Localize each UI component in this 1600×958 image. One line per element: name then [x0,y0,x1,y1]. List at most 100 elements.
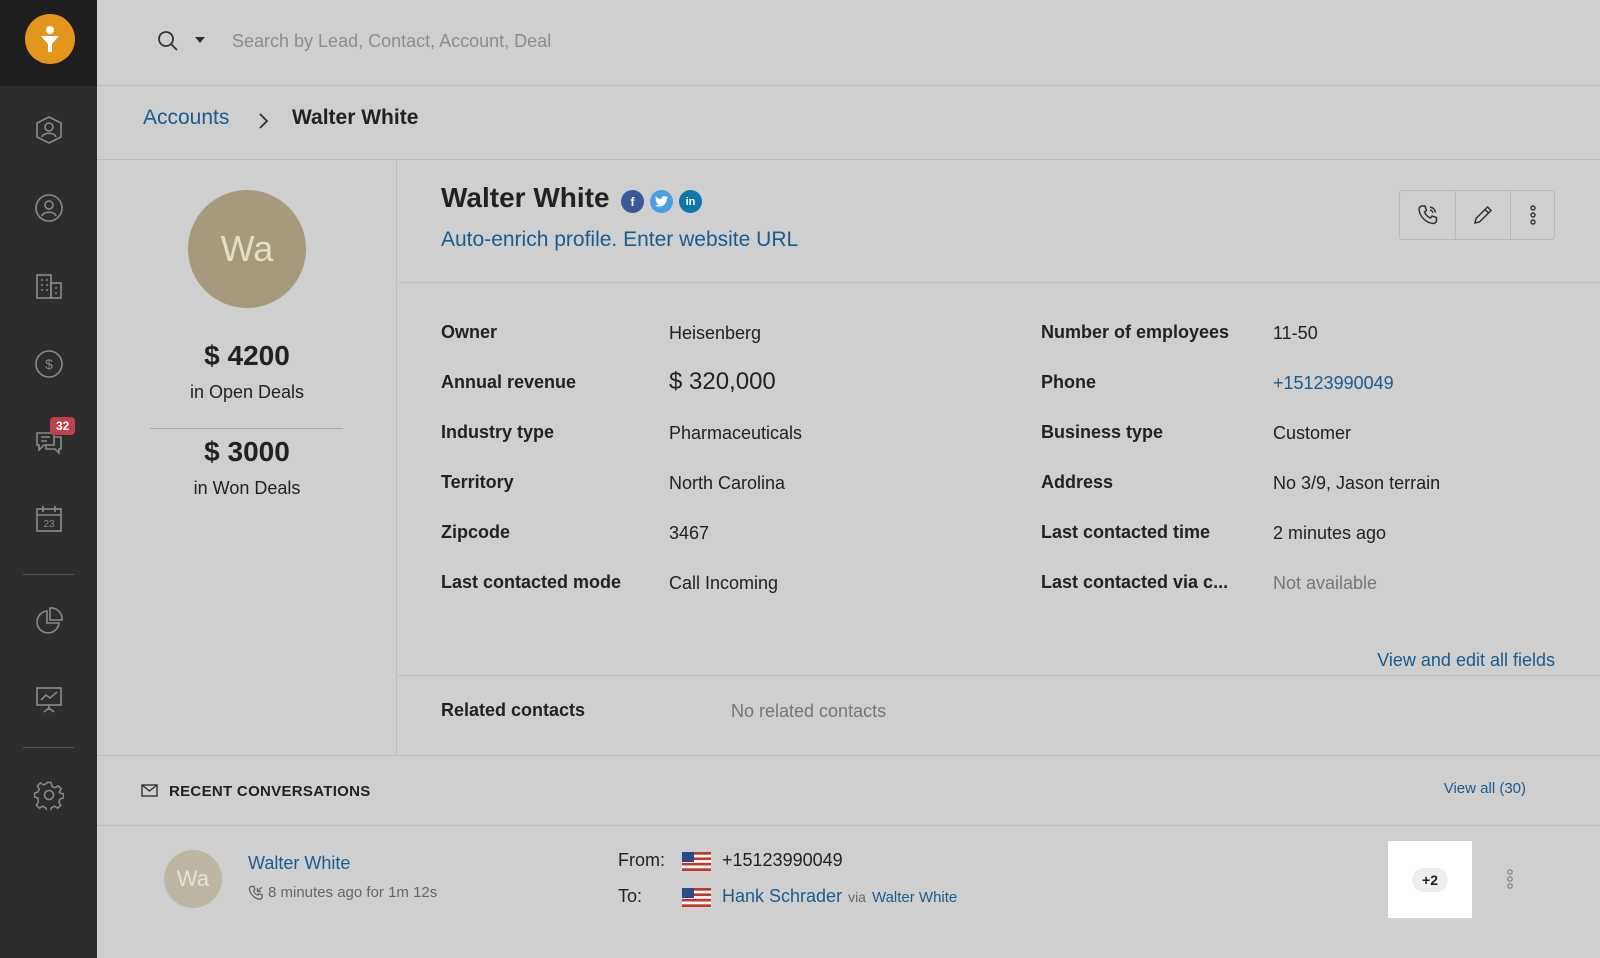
related-contacts-value: No related contacts [731,701,887,721]
field-label-business-type: Business type [1041,422,1164,442]
phone-icon [1417,205,1437,225]
section-title: RECENT CONVERSATIONS [169,783,371,800]
twitter-icon[interactable] [650,190,673,213]
avatar: Wa [188,190,306,308]
sidebar: $ 32 23 [0,0,97,958]
field-value-business-type: Customer [1273,423,1352,443]
sidebar-item-conversations[interactable]: 32 [24,417,76,467]
field-label-address: Address [1041,472,1114,492]
field-value-last-contacted-mode: Call Incoming [669,573,779,593]
to-contact-link[interactable]: Hank Schrader [722,886,842,907]
sidebar-item-contacts[interactable] [24,183,74,233]
search-input[interactable] [232,28,832,54]
conversation-item[interactable]: Wa Walter White 8 minutes ago for 1m 12s… [97,826,1600,958]
search-icon[interactable] [157,30,179,52]
conversation-contact-link[interactable]: Walter White [248,853,350,874]
page-title: Walter White [441,182,610,213]
unread-badge: 32 [50,417,76,435]
call-button[interactable] [1400,191,1456,239]
field-label-industry-type: Industry type [441,422,555,442]
open-deals-label: in Open Deals [189,382,305,402]
sidebar-item-reports[interactable] [24,596,74,646]
field-label-number-of-employees: Number of employees [1041,322,1230,342]
field-value-last-contacted-time: 2 minutes ago [1273,523,1387,543]
pencil-icon [1474,205,1493,224]
conversation-meta: 8 minutes ago for 1m 12s [248,884,437,901]
accounts-icon [36,274,62,299]
sidebar-divider [23,747,74,748]
divider [398,282,1600,283]
field-label-last-contacted-time: Last contacted time [1041,522,1211,542]
won-deals-amount: $ 3000 [204,436,290,467]
field-label-zipcode: Zipcode [441,522,511,542]
linkedin-icon[interactable]: in [679,190,702,213]
field-value-number-of-employees: 11-50 [1273,323,1318,343]
via-label: via [848,889,866,905]
field-value-annual-revenue: $ 320,000 [669,368,776,395]
sidebar-item-settings[interactable] [24,770,74,820]
sidebar-item-leads[interactable] [24,105,74,155]
sidebar-item-calendar[interactable]: 23 [24,494,74,544]
field-value-territory: North Carolina [669,473,786,493]
top-bar [97,0,1600,86]
avatar: Wa [164,850,222,908]
sidebar-item-accounts[interactable] [24,261,74,311]
us-flag-icon [682,852,711,871]
related-contacts-label: Related contacts [441,700,586,720]
field-label-last-contacted-mode: Last contacted mode [441,572,622,592]
logo-area [0,0,97,86]
field-label-phone: Phone [1041,372,1097,392]
breadcrumb: Accounts Walter White [97,86,1600,160]
field-value-address: No 3/9, Jason terrain [1273,473,1441,493]
app-logo[interactable] [25,14,75,64]
from-number: +15123990049 [722,850,843,870]
conversation-time: 8 minutes ago for 1m 12s [268,884,438,901]
field-label-annual-revenue: Annual revenue [441,372,577,392]
from-label: From: [618,850,665,870]
us-flag-icon [682,888,711,907]
won-deals-label: in Won Deals [193,478,301,498]
more-participants-button[interactable]: +2 [1388,841,1472,918]
svg-text:$: $ [45,356,53,372]
field-label-last-contacted-via: Last contacted via c... [1041,572,1229,592]
account-summary: Wa $ 4200 in Open Deals $ 3000 in Won De… [97,160,397,755]
field-value-zipcode: 3467 [669,523,710,543]
open-deals-amount: $ 4200 [204,340,290,371]
kebab-menu-icon [1529,205,1536,225]
sidebar-item-deals[interactable]: $ [24,339,74,389]
divider [398,675,1600,676]
sidebar-item-analytics[interactable] [24,674,74,724]
sidebar-divider [23,574,74,575]
mail-icon [141,784,158,797]
via-contact-link[interactable]: Walter White [872,889,957,906]
more-options-button[interactable] [1511,191,1554,239]
field-value-last-contacted-via: Not available [1273,573,1378,593]
chevron-right-icon [259,113,269,129]
facebook-icon[interactable]: f [621,190,644,213]
field-value-phone-link[interactable]: +15123990049 [1273,373,1394,394]
view-all-conversations-link[interactable]: View all (30) [1444,780,1526,797]
view-edit-all-fields-link[interactable]: View and edit all fields [1368,650,1555,671]
kebab-menu-icon[interactable] [1506,868,1514,890]
breadcrumb-accounts-link[interactable]: Accounts [143,106,229,130]
auto-enrich-link[interactable]: Auto-enrich profile. Enter website URL [441,228,798,252]
field-value-industry-type: Pharmaceuticals [669,423,803,443]
settings-icon [34,781,64,810]
field-label-owner: Owner [441,322,498,342]
reports-icon [36,607,63,634]
edit-button[interactable] [1456,191,1511,239]
more-participants-count: +2 [1412,867,1448,892]
phone-incoming-icon [248,885,263,900]
deals-icon: $ [35,350,63,378]
account-details: Walter White f in Auto-enrich profile. E… [398,160,1600,755]
calendar-icon: 23 [36,506,62,532]
divider [150,428,343,429]
analytics-icon [36,687,62,713]
search-scope-dropdown[interactable] [195,37,205,43]
recent-conversations-header: RECENT CONVERSATIONS View all (30) [97,755,1600,826]
leads-icon [36,116,62,144]
to-label: To: [618,886,643,906]
field-label-territory: Territory [441,472,514,492]
to-recipient: Hank Schrader via Walter White [722,886,957,907]
action-buttons [1399,190,1555,240]
